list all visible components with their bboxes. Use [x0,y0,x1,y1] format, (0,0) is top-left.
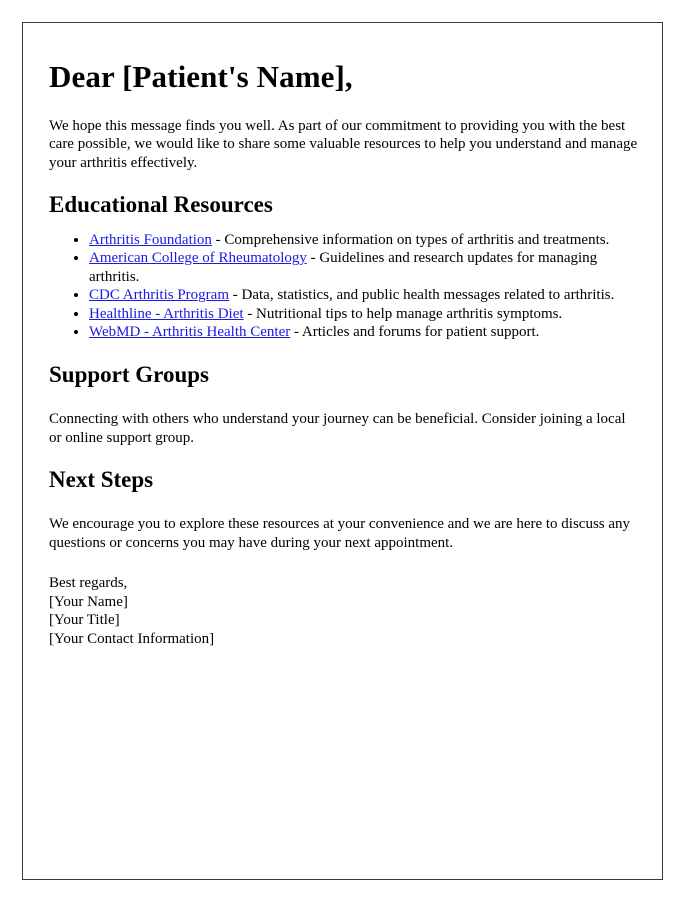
list-item-description: - Nutritional tips to help manage arthri… [243,305,563,322]
closing-contact: [Your Contact Information] [49,630,215,647]
heading-next-steps: Next Steps [49,467,154,493]
letter-salutation: Dear [Patient's Name], [49,59,353,94]
next-steps-paragraph: We encourage you to explore these resour… [49,516,631,551]
link-american-college-of-rheumatology[interactable]: American College of Rheumatology [89,250,307,266]
list-item-description: - Articles and forums for patient suppor… [290,324,540,341]
signature-block: Best regards, [Your Name] [Your Title] [… [49,574,638,648]
heading-support-groups: Support Groups [49,361,210,387]
list-item-description: - Comprehensive information on types of … [211,231,610,248]
link-arthritis-foundation[interactable]: Arthritis Foundation [89,232,212,248]
link-webmd-arthritis-health-center[interactable]: WebMD - Arthritis Health Center [89,324,290,340]
list-item: American College of Rheumatology - Guide… [89,249,638,286]
closing-regards: Best regards, [49,575,128,592]
list-item: WebMD - Arthritis Health Center - Articl… [89,323,638,342]
link-healthline-arthritis-diet[interactable]: Healthline - Arthritis Diet [89,306,244,322]
educational-resources-list: Arthritis Foundation - Comprehensive inf… [49,231,638,342]
list-item: CDC Arthritis Program - Data, statistics… [89,286,638,305]
intro-paragraph: We hope this message finds you well. As … [49,117,638,171]
document-page: Dear [Patient's Name], We hope this mess… [22,22,663,880]
list-item: Healthline - Arthritis Diet - Nutritiona… [89,305,638,324]
heading-educational-resources: Educational Resources [49,192,273,218]
document-body: Dear [Patient's Name], We hope this mess… [23,23,662,648]
closing-title: [Your Title] [49,612,120,629]
closing-name: [Your Name] [49,593,128,610]
link-cdc-arthritis-program[interactable]: CDC Arthritis Program [89,287,229,303]
list-item-description: - Data, statistics, and public health me… [229,287,615,304]
list-item: Arthritis Foundation - Comprehensive inf… [89,231,638,250]
support-groups-paragraph: Connecting with others who understand yo… [49,411,626,446]
